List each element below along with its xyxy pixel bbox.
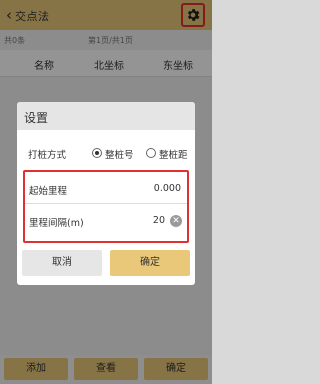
highlighted-fields: 起始里程 0.000 里程间隔(m) 20 ✕	[23, 170, 189, 243]
settings-dialog: 设置 打桩方式 整桩号 整桩距 起始里程 0.000 里程间隔(m) 20 ✕ …	[17, 102, 195, 285]
cancel-button[interactable]: 取消	[22, 250, 102, 276]
radio-whole-station-label: 整桩号	[105, 150, 134, 161]
mileage-interval-value[interactable]: 20	[153, 215, 165, 226]
dialog-title: 设置	[24, 111, 49, 125]
stake-type-row: 打桩方式 整桩号 整桩距	[17, 140, 195, 166]
dialog-header: 设置	[17, 102, 195, 130]
ok-button[interactable]: 确定	[110, 250, 190, 276]
stake-type-label: 打桩方式	[28, 150, 67, 161]
start-mileage-field[interactable]: 起始里程 0.000	[25, 174, 187, 204]
start-mileage-value[interactable]: 0.000	[154, 183, 181, 194]
radio-checked-icon	[92, 148, 102, 158]
clear-icon[interactable]: ✕	[170, 215, 182, 227]
mileage-interval-field[interactable]: 里程间隔(m) 20 ✕	[25, 206, 187, 236]
radio-unchecked-icon	[146, 148, 156, 158]
mileage-interval-label: 里程间隔(m)	[29, 218, 84, 229]
radio-whole-station[interactable]: 整桩号	[92, 145, 142, 161]
start-mileage-label: 起始里程	[29, 186, 68, 197]
radio-whole-interval-label: 整桩距	[159, 150, 188, 161]
radio-whole-interval[interactable]: 整桩距	[146, 145, 192, 161]
field-divider	[25, 203, 187, 204]
